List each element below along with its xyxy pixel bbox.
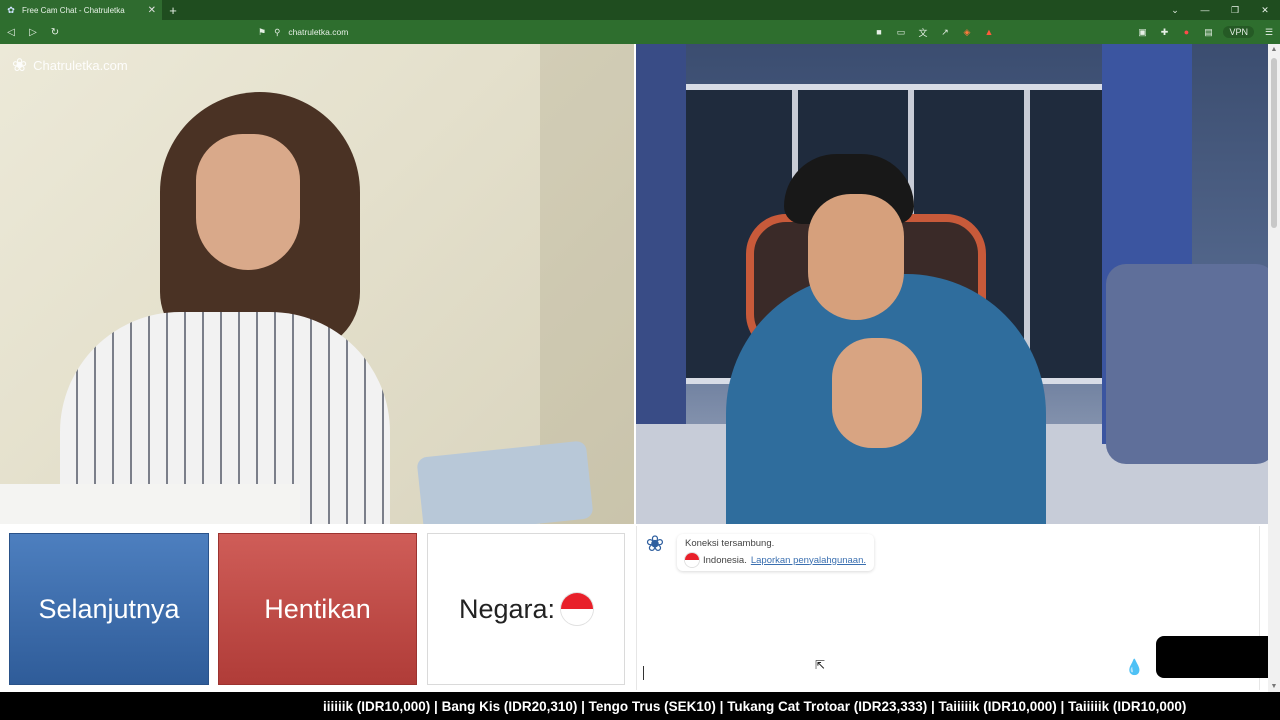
page-scrollbar[interactable]: ▲ ▼ <box>1268 44 1280 692</box>
text-caret <box>643 666 644 680</box>
new-tab-button[interactable]: + <box>162 3 184 18</box>
screenshot-icon[interactable]: ▣ <box>1131 27 1153 38</box>
scene-person-hand <box>832 338 922 448</box>
indonesia-flag-icon <box>561 593 594 625</box>
vpn-label: VPN <box>1229 27 1248 37</box>
tab-list-icon[interactable]: ⌄ <box>1160 0 1190 20</box>
menu-icon[interactable]: ☰ <box>1258 27 1280 38</box>
toolbar-right: ▣ ✚ ● ▤ VPN ☰ <box>1131 20 1280 44</box>
site-logo: ❀ Chatruletka.com <box>12 56 128 74</box>
site-info-icon[interactable]: ⚲ <box>274 27 280 38</box>
connection-status: Koneksi tersambung. <box>685 538 775 549</box>
reload-icon[interactable]: ↻ <box>44 27 66 38</box>
chat-controls: Selanjutnya Hentikan Negara: <box>0 524 634 692</box>
address-text[interactable]: chatruletka.com <box>288 27 348 37</box>
scroll-thumb[interactable] <box>1271 58 1277 228</box>
scroll-up-icon[interactable]: ▲ <box>1268 46 1280 53</box>
next-label: Selanjutnya <box>38 593 180 624</box>
scene-pillow <box>416 440 594 524</box>
close-tab-icon[interactable]: ✕ <box>148 5 156 16</box>
translate-icon[interactable]: 文 <box>912 26 934 39</box>
ticker-text: iiiiiik (IDR10,000) | Bang Kis (IDR20,31… <box>323 698 1187 714</box>
share-icon[interactable]: ↗ <box>934 27 956 38</box>
forward-icon[interactable]: ▷ <box>22 27 44 38</box>
partner-country: Indonesia. <box>703 554 747 566</box>
system-message: Koneksi tersambung. Indonesia. Laporkan … <box>677 534 874 571</box>
partner-video: ❀ Chatruletka.com <box>0 44 634 524</box>
minimize-icon[interactable]: — <box>1190 0 1220 20</box>
window-controls: ⌄ — ❐ ✕ <box>1160 0 1280 20</box>
next-button[interactable]: Selanjutnya <box>9 533 209 685</box>
extension-red-icon[interactable]: ● <box>1175 27 1197 37</box>
scene-person-face <box>808 194 904 320</box>
scene-bedsheet <box>0 484 300 524</box>
flower-icon: ❀ <box>645 531 665 556</box>
scene-sofa <box>1106 264 1268 464</box>
toolbar-extensions: ■ ▭ 文 ↗ ◈ ▲ <box>868 20 1000 44</box>
brave-shield-icon[interactable]: ◈ <box>956 27 978 38</box>
vpn-button[interactable]: VPN <box>1223 26 1254 38</box>
bookmark-icon[interactable]: ⚑ <box>258 27 266 38</box>
mouse-cursor-icon: ⇱ <box>815 658 826 672</box>
logo-text: Chatruletka.com <box>33 57 128 73</box>
close-window-icon[interactable]: ✕ <box>1250 0 1280 20</box>
camera-icon[interactable]: ■ <box>868 27 890 37</box>
flower-icon: ❀ <box>12 55 28 75</box>
browser-tabbar: ✿ Free Cam Chat - Chatruletka ✕ + ⌄ — ❐ … <box>0 0 1280 20</box>
extension-icon[interactable]: ✚ <box>1153 27 1175 38</box>
scroll-down-icon[interactable]: ▼ <box>1268 683 1280 690</box>
stop-label: Hentikan <box>264 593 371 624</box>
tab-title: Free Cam Chat - Chatruletka <box>22 5 125 15</box>
address-bar[interactable]: ⚑ ⚲ chatruletka.com <box>258 23 858 41</box>
self-video <box>636 44 1268 524</box>
report-abuse-link[interactable]: Laporkan penyalahgunaan. <box>751 555 866 566</box>
back-icon[interactable]: ◁ <box>0 27 22 38</box>
stop-button[interactable]: Hentikan <box>218 533 417 685</box>
flower-icon: ✿ <box>7 5 15 15</box>
donation-ticker: iiiiiik (IDR10,000) | Bang Kis (IDR20,31… <box>0 692 1280 720</box>
browser-tab[interactable]: ✿ Free Cam Chat - Chatruletka ✕ <box>0 0 162 20</box>
drop-icon[interactable]: 💧 <box>1125 658 1144 676</box>
country-selector[interactable]: Negara: <box>427 533 625 685</box>
restore-icon[interactable]: ❐ <box>1220 0 1250 20</box>
message-input[interactable] <box>643 662 1113 682</box>
country-label: Negara: <box>458 593 556 624</box>
scene-person-face <box>196 134 300 270</box>
rewards-icon[interactable]: ▲ <box>978 27 1000 37</box>
browser-toolbar: ◁ ▷ ↻ ⚑ ⚲ chatruletka.com ■ ▭ 文 ↗ ◈ ▲ ▣ … <box>0 20 1280 44</box>
overlay-black-box <box>1156 636 1280 678</box>
indonesia-flag-icon <box>685 553 699 567</box>
cast-icon[interactable]: ▭ <box>890 27 912 38</box>
wallet-icon[interactable]: ▤ <box>1197 27 1219 38</box>
